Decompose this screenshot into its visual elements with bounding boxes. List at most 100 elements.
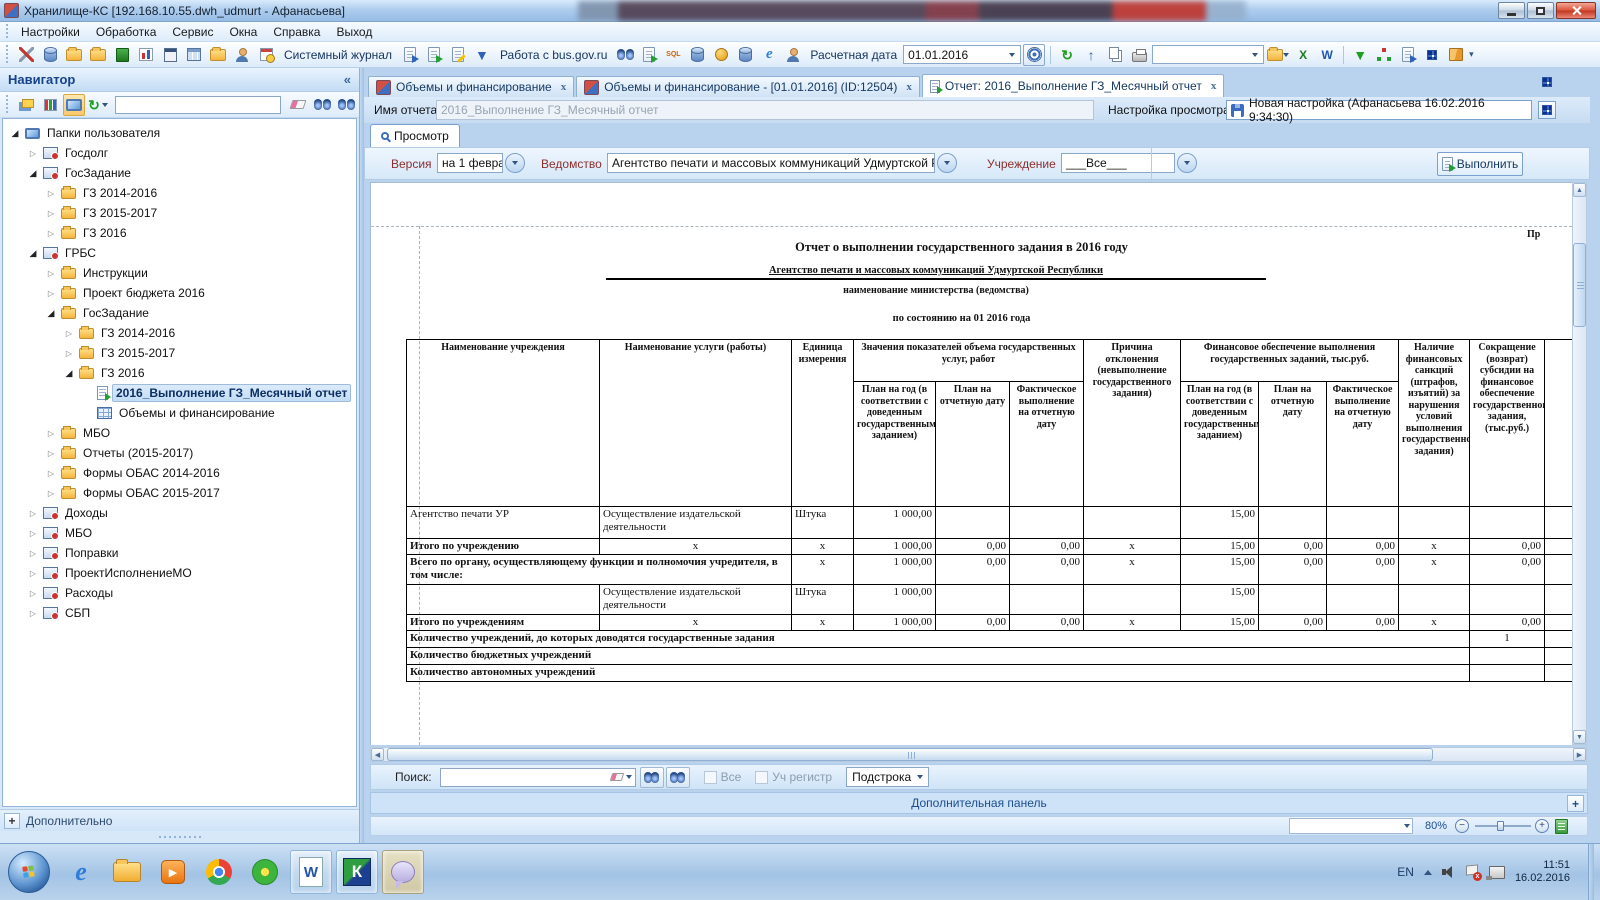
expander-icon[interactable]: ▷ — [27, 549, 39, 558]
toolbar-grip[interactable] — [5, 44, 10, 65]
tab-volumes[interactable]: Объемы и финансирование x — [368, 76, 575, 97]
tree-item[interactable]: ▷ Доходы — [3, 503, 356, 523]
db-word-button[interactable] — [734, 44, 756, 66]
scrollbar-thumb[interactable] — [1573, 243, 1586, 327]
menu-help[interactable]: Справка — [265, 23, 328, 41]
department-dropdown-button[interactable] — [937, 153, 957, 173]
taskbar-explorer[interactable] — [106, 850, 148, 894]
save-as-button[interactable] — [1266, 44, 1290, 66]
tree-item[interactable]: ▷ ГЗ 2016 — [3, 223, 356, 243]
tree-item[interactable]: ◢ Папки пользователя — [3, 123, 356, 143]
word-button[interactable]: W — [1316, 44, 1338, 66]
close-button[interactable] — [1556, 2, 1596, 19]
download-button[interactable]: ▼ — [471, 44, 493, 66]
close-tab-icon[interactable]: x — [906, 81, 912, 93]
book-button[interactable] — [111, 44, 133, 66]
vertical-scrollbar[interactable]: ▲ ▼ — [1572, 182, 1587, 745]
tree-item[interactable]: ◢ ГосЗадание — [3, 163, 356, 183]
tree-item[interactable]: ◢ ГРБС — [3, 243, 356, 263]
expander-icon[interactable]: ▷ — [27, 569, 39, 578]
database-button[interactable] — [39, 44, 61, 66]
navigator-search-input[interactable] — [115, 95, 281, 114]
calculator-button[interactable] — [159, 44, 181, 66]
orgchart-button[interactable] — [1373, 44, 1395, 66]
zoom-slider-track[interactable] — [1475, 821, 1531, 831]
extra-panel-bar[interactable]: Дополнительная панель + — [370, 792, 1588, 814]
tree-item-monthly-report[interactable]: 2016_Выполнение ГЗ_Месячный отчет — [3, 383, 356, 403]
menu-windows[interactable]: Окна — [221, 23, 265, 41]
table-edit-button[interactable] — [183, 44, 205, 66]
expander-icon[interactable]: ◢ — [9, 128, 21, 139]
coin-button[interactable] — [710, 44, 732, 66]
folder-open-button[interactable] — [207, 44, 229, 66]
menu-service[interactable]: Сервис — [164, 23, 221, 41]
tree-item[interactable]: ▷ ГЗ 2015-2017 — [3, 343, 356, 363]
scroll-down-button[interactable]: ▼ — [1573, 730, 1586, 744]
case-checkbox[interactable] — [755, 770, 769, 784]
clear-search-button[interactable] — [287, 94, 309, 116]
tree-item[interactable]: ▷ Поправки — [3, 543, 356, 563]
taskbar-chrome[interactable] — [198, 850, 240, 894]
eraser-icon[interactable] — [609, 773, 624, 781]
scrollbar-thumb[interactable] — [387, 748, 1433, 761]
tools-button[interactable] — [15, 44, 37, 66]
expander-icon[interactable]: ▷ — [45, 269, 57, 278]
menu-settings[interactable]: Настройки — [13, 23, 88, 41]
tree-item[interactable]: ▷ Расходы — [3, 583, 356, 603]
export-combo[interactable] — [1152, 45, 1265, 64]
tree-item[interactable]: ▷ Госдолг — [3, 143, 356, 163]
department-combo[interactable]: Агентство печати и массовых коммуникаций… — [607, 153, 935, 173]
taskbar-messenger[interactable] — [382, 850, 424, 894]
binoculars-button[interactable] — [614, 44, 636, 66]
monitor-view-button[interactable] — [63, 93, 85, 116]
minimize-button[interactable] — [1498, 2, 1525, 19]
expander-icon[interactable]: ▷ — [27, 529, 39, 538]
toolbar-grip[interactable] — [5, 94, 10, 115]
zoom-in-button[interactable]: + — [1535, 819, 1549, 833]
find-button[interactable] — [311, 94, 333, 116]
view-grid-button[interactable] — [1538, 101, 1556, 119]
view-setting-value[interactable]: Новая настройка (Афанасьева 16.02.2016 9… — [1226, 96, 1532, 124]
scroll-right-button[interactable]: ▶ — [1573, 748, 1586, 761]
tree-item[interactable]: ▷ ПроектИсполнениеМО — [3, 563, 356, 583]
page-edit-button[interactable] — [447, 44, 469, 66]
expander-icon[interactable]: ▷ — [63, 329, 75, 338]
up-button[interactable]: ↑ — [1080, 44, 1102, 66]
expander-icon[interactable]: ▷ — [27, 509, 39, 518]
start-button[interactable] — [8, 851, 50, 893]
page-go-button[interactable] — [1397, 44, 1419, 66]
tree-item[interactable]: ▷ ГЗ 2014-2016 — [3, 183, 356, 203]
toolbar-overflow-button[interactable]: ▾ — [1469, 50, 1474, 59]
expander-icon[interactable]: ▷ — [27, 149, 39, 158]
toolbar-grip[interactable] — [5, 23, 10, 40]
status-combo[interactable] — [1289, 818, 1413, 834]
network-icon[interactable] — [1485, 865, 1505, 880]
copy-button[interactable] — [1104, 44, 1126, 66]
layers-button[interactable] — [15, 94, 37, 116]
taskbar-word[interactable]: W — [290, 850, 332, 894]
scroll-up-button[interactable]: ▲ — [1573, 183, 1586, 197]
expander-icon[interactable]: ▷ — [45, 449, 57, 458]
page-copy-button[interactable] — [399, 44, 421, 66]
user-button[interactable] — [231, 44, 253, 66]
menu-exit[interactable]: Выход — [328, 23, 380, 41]
expander-icon[interactable]: ▷ — [45, 189, 57, 198]
refresh-button[interactable]: ↻ — [1056, 44, 1078, 66]
tree-item[interactable]: ▷ Формы ОБАС 2014-2016 — [3, 463, 356, 483]
excel-button[interactable]: X — [1292, 44, 1314, 66]
show-desktop-button[interactable] — [1588, 844, 1594, 900]
busgov-button[interactable]: Работа с bus.gov.ru — [495, 44, 612, 66]
tree-item[interactable]: ▷ Формы ОБАС 2015-2017 — [3, 483, 356, 503]
find-next-button[interactable] — [665, 766, 690, 788]
system-journal-button[interactable]: Системный журнал — [279, 44, 397, 66]
institution-dropdown-button[interactable] — [1177, 153, 1197, 173]
tree-item[interactable]: Объемы и финансирование — [3, 403, 356, 423]
find-next-button[interactable] — [335, 94, 357, 116]
db-user-button[interactable] — [686, 44, 708, 66]
action-center-icon[interactable] — [1466, 865, 1482, 881]
version-combo[interactable]: на 1 феврал — [437, 153, 503, 173]
report-name-input[interactable] — [436, 100, 1094, 120]
tab-report[interactable]: Отчет: 2016_Выполнение ГЗ_Месячный отчет… — [921, 74, 1225, 97]
search-input[interactable] — [443, 769, 608, 785]
close-tab-icon[interactable]: x — [561, 81, 567, 93]
